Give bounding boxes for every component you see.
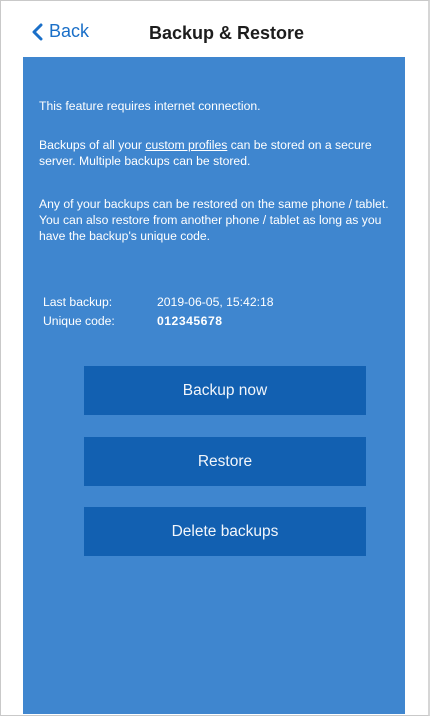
backup-restore-panel: This feature requires internet connectio… <box>23 57 405 714</box>
page-title: Backup & Restore <box>149 23 305 43</box>
chevron-left-icon <box>32 23 43 40</box>
backup-description-part1: Backups of all your <box>39 138 146 152</box>
last-backup-row: Last backup: 2019-06-05, 15:42:18 <box>43 293 274 312</box>
device-frame: Back Backup & Restore This feature requi… <box>0 0 430 716</box>
restore-button[interactable]: Restore <box>84 437 366 486</box>
header-bar: Back Backup & Restore <box>21 15 405 57</box>
backup-info: Last backup: 2019-06-05, 15:42:18 Unique… <box>43 293 274 331</box>
last-backup-label: Last backup: <box>43 295 113 309</box>
back-button[interactable]: Back <box>31 21 89 42</box>
back-label: Back <box>49 21 90 41</box>
unique-code-row: Unique code: 012345678 <box>43 312 274 331</box>
delete-backups-button[interactable]: Delete backups <box>84 507 366 556</box>
unique-code-label: Unique code: <box>43 314 115 328</box>
backup-now-button[interactable]: Backup now <box>84 366 366 415</box>
custom-profiles-link[interactable]: custom profiles <box>145 138 227 152</box>
last-backup-value: 2019-06-05, 15:42:18 <box>157 295 274 309</box>
backup-description-text: Backups of all your custom profiles can … <box>39 137 393 169</box>
internet-required-text: This feature requires internet connectio… <box>39 99 261 113</box>
restore-description-text: Any of your backups can be restored on t… <box>39 197 389 243</box>
unique-code-value: 012345678 <box>157 314 223 328</box>
